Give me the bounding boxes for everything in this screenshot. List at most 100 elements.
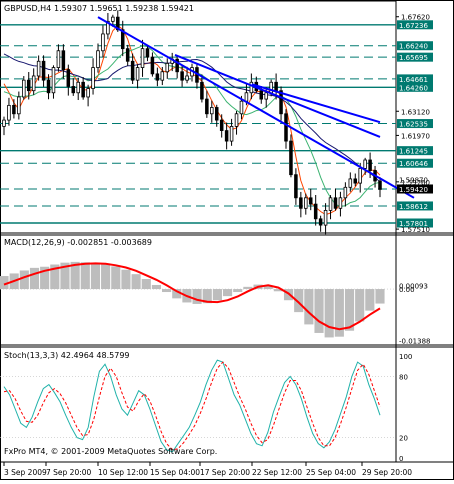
candle-bear xyxy=(71,86,76,94)
price-scale-tick: 1.63120 xyxy=(401,108,430,116)
candle-bear xyxy=(219,119,224,131)
price-scale-tick: 1.67620 xyxy=(401,14,430,22)
macd-bar xyxy=(222,289,233,297)
candle-bear xyxy=(46,79,51,94)
current-price-label: 1.59420 xyxy=(399,186,428,194)
candle-bear xyxy=(308,197,313,205)
level-label: 1.62535 xyxy=(399,121,428,129)
macd-bar xyxy=(80,262,90,290)
level-label: 1.66240 xyxy=(399,43,428,51)
candle-bull xyxy=(96,50,100,68)
candle-bull xyxy=(343,186,348,199)
stoch-scale-tick: 0 xyxy=(399,455,403,463)
macd-scale-tick: 0.00 xyxy=(399,286,415,294)
candle-bull xyxy=(135,67,140,81)
candle-bull xyxy=(91,67,95,89)
stoch-scale-tick: 100 xyxy=(399,353,412,361)
candle-bear xyxy=(155,73,160,81)
candle-bull xyxy=(160,71,165,81)
macd-bar xyxy=(19,270,29,290)
candle-bull xyxy=(323,210,328,226)
macd-bar xyxy=(90,263,101,290)
macd-bar xyxy=(151,284,162,290)
candle-bull xyxy=(7,104,11,121)
stoch-scale-tick: 20 xyxy=(399,435,408,443)
candle-bull xyxy=(2,119,6,127)
candle-bear xyxy=(145,48,150,58)
copyright-text: FxPro MT4, © 2001-2009 MetaQuotes Softwa… xyxy=(4,447,217,456)
level-label: 1.60646 xyxy=(399,160,428,168)
price-scale-tick: 1.59760 xyxy=(401,179,430,187)
time-label: 29 Sep 20:00 xyxy=(362,468,412,477)
macd-bar xyxy=(304,289,314,325)
candle-bull xyxy=(239,100,244,115)
stoch-title: Stoch(13,3,3) 42.4964 48.5799 xyxy=(4,351,130,360)
level-label: 1.67236 xyxy=(399,22,428,30)
symbol-label: GBPUSD,H4 xyxy=(4,4,51,13)
candle-bear xyxy=(299,197,303,209)
candle-bear xyxy=(200,81,204,100)
candle-bull xyxy=(140,48,145,68)
candle-bull xyxy=(244,92,249,102)
time-label: 25 Sep 04:00 xyxy=(306,468,356,477)
time-label: 7 Sep 20:00 xyxy=(46,468,92,477)
candle-bull xyxy=(234,113,239,127)
candle-bear xyxy=(294,174,298,199)
candle-bull xyxy=(358,167,362,184)
macd-bar xyxy=(243,286,253,290)
macd-bar xyxy=(111,266,121,290)
macd-bar xyxy=(375,289,385,304)
time-label: 22 Sep 12:00 xyxy=(252,468,302,477)
macd-bar xyxy=(131,274,141,290)
macd-bar xyxy=(324,289,334,338)
macd-title: MACD(12,26,9) -0.002851 -0.003689 xyxy=(4,238,152,247)
candle-bear xyxy=(26,79,31,92)
level-label: 1.61245 xyxy=(399,148,428,156)
candle-bull xyxy=(51,67,56,94)
candle-bull xyxy=(210,107,214,115)
time-label: 17 Sep 20:00 xyxy=(200,468,250,477)
candle-bear xyxy=(41,60,46,81)
macd-bar xyxy=(314,289,324,333)
ohlc-readout: 1.59307 1.59651 1.59238 1.59421 xyxy=(54,4,194,13)
macd-bar xyxy=(121,269,131,290)
stoch-scale-tick: 80 xyxy=(399,373,408,381)
time-label: 15 Sep 04:00 xyxy=(150,468,200,477)
candle-bull xyxy=(101,33,105,52)
candle-bear xyxy=(274,81,278,92)
macd-bar xyxy=(141,279,151,290)
candle-bull xyxy=(264,92,268,100)
candle-bear xyxy=(368,159,372,171)
price-scale-tick: 1.61970 xyxy=(401,132,430,140)
macd-bar xyxy=(365,289,375,311)
candle-bull xyxy=(338,197,343,209)
candle-bear xyxy=(214,107,219,121)
candle-bear xyxy=(205,98,209,115)
candle-bull xyxy=(363,159,367,169)
candle-bull xyxy=(185,75,189,81)
candle-bear xyxy=(259,90,264,100)
macd-bar xyxy=(233,289,243,293)
candle-bear xyxy=(125,48,130,62)
price-scale-tick: 1.57510 xyxy=(401,226,430,234)
candle-bear xyxy=(378,180,382,190)
time-label: 10 Sep 12:00 xyxy=(98,468,148,477)
level-label: 1.65695 xyxy=(399,54,428,62)
candle-bull xyxy=(229,125,234,142)
candle-bull xyxy=(111,16,115,22)
candle-bear xyxy=(66,69,71,87)
macd-bar xyxy=(29,267,40,290)
candle-bear xyxy=(284,113,288,142)
candle-bull xyxy=(36,60,41,77)
candle-bear xyxy=(130,60,135,81)
chart-canvas: 1.67236 1.66240 1.65695 1.646611.64260 1.625… xyxy=(0,0,454,480)
time-label: 3 Sep 2009 xyxy=(4,468,47,477)
macd-scale-tick: -0.01388 xyxy=(399,338,430,346)
chart-window: 1.67236 1.66240 1.65695 1.64661 1.64260 1.625… xyxy=(0,0,454,480)
candle-bull xyxy=(304,197,308,209)
candle-bear xyxy=(353,178,358,184)
candle-bear xyxy=(289,140,293,176)
candle-bear xyxy=(224,130,229,142)
candle-bear xyxy=(333,197,338,209)
candle-bear xyxy=(12,104,16,115)
